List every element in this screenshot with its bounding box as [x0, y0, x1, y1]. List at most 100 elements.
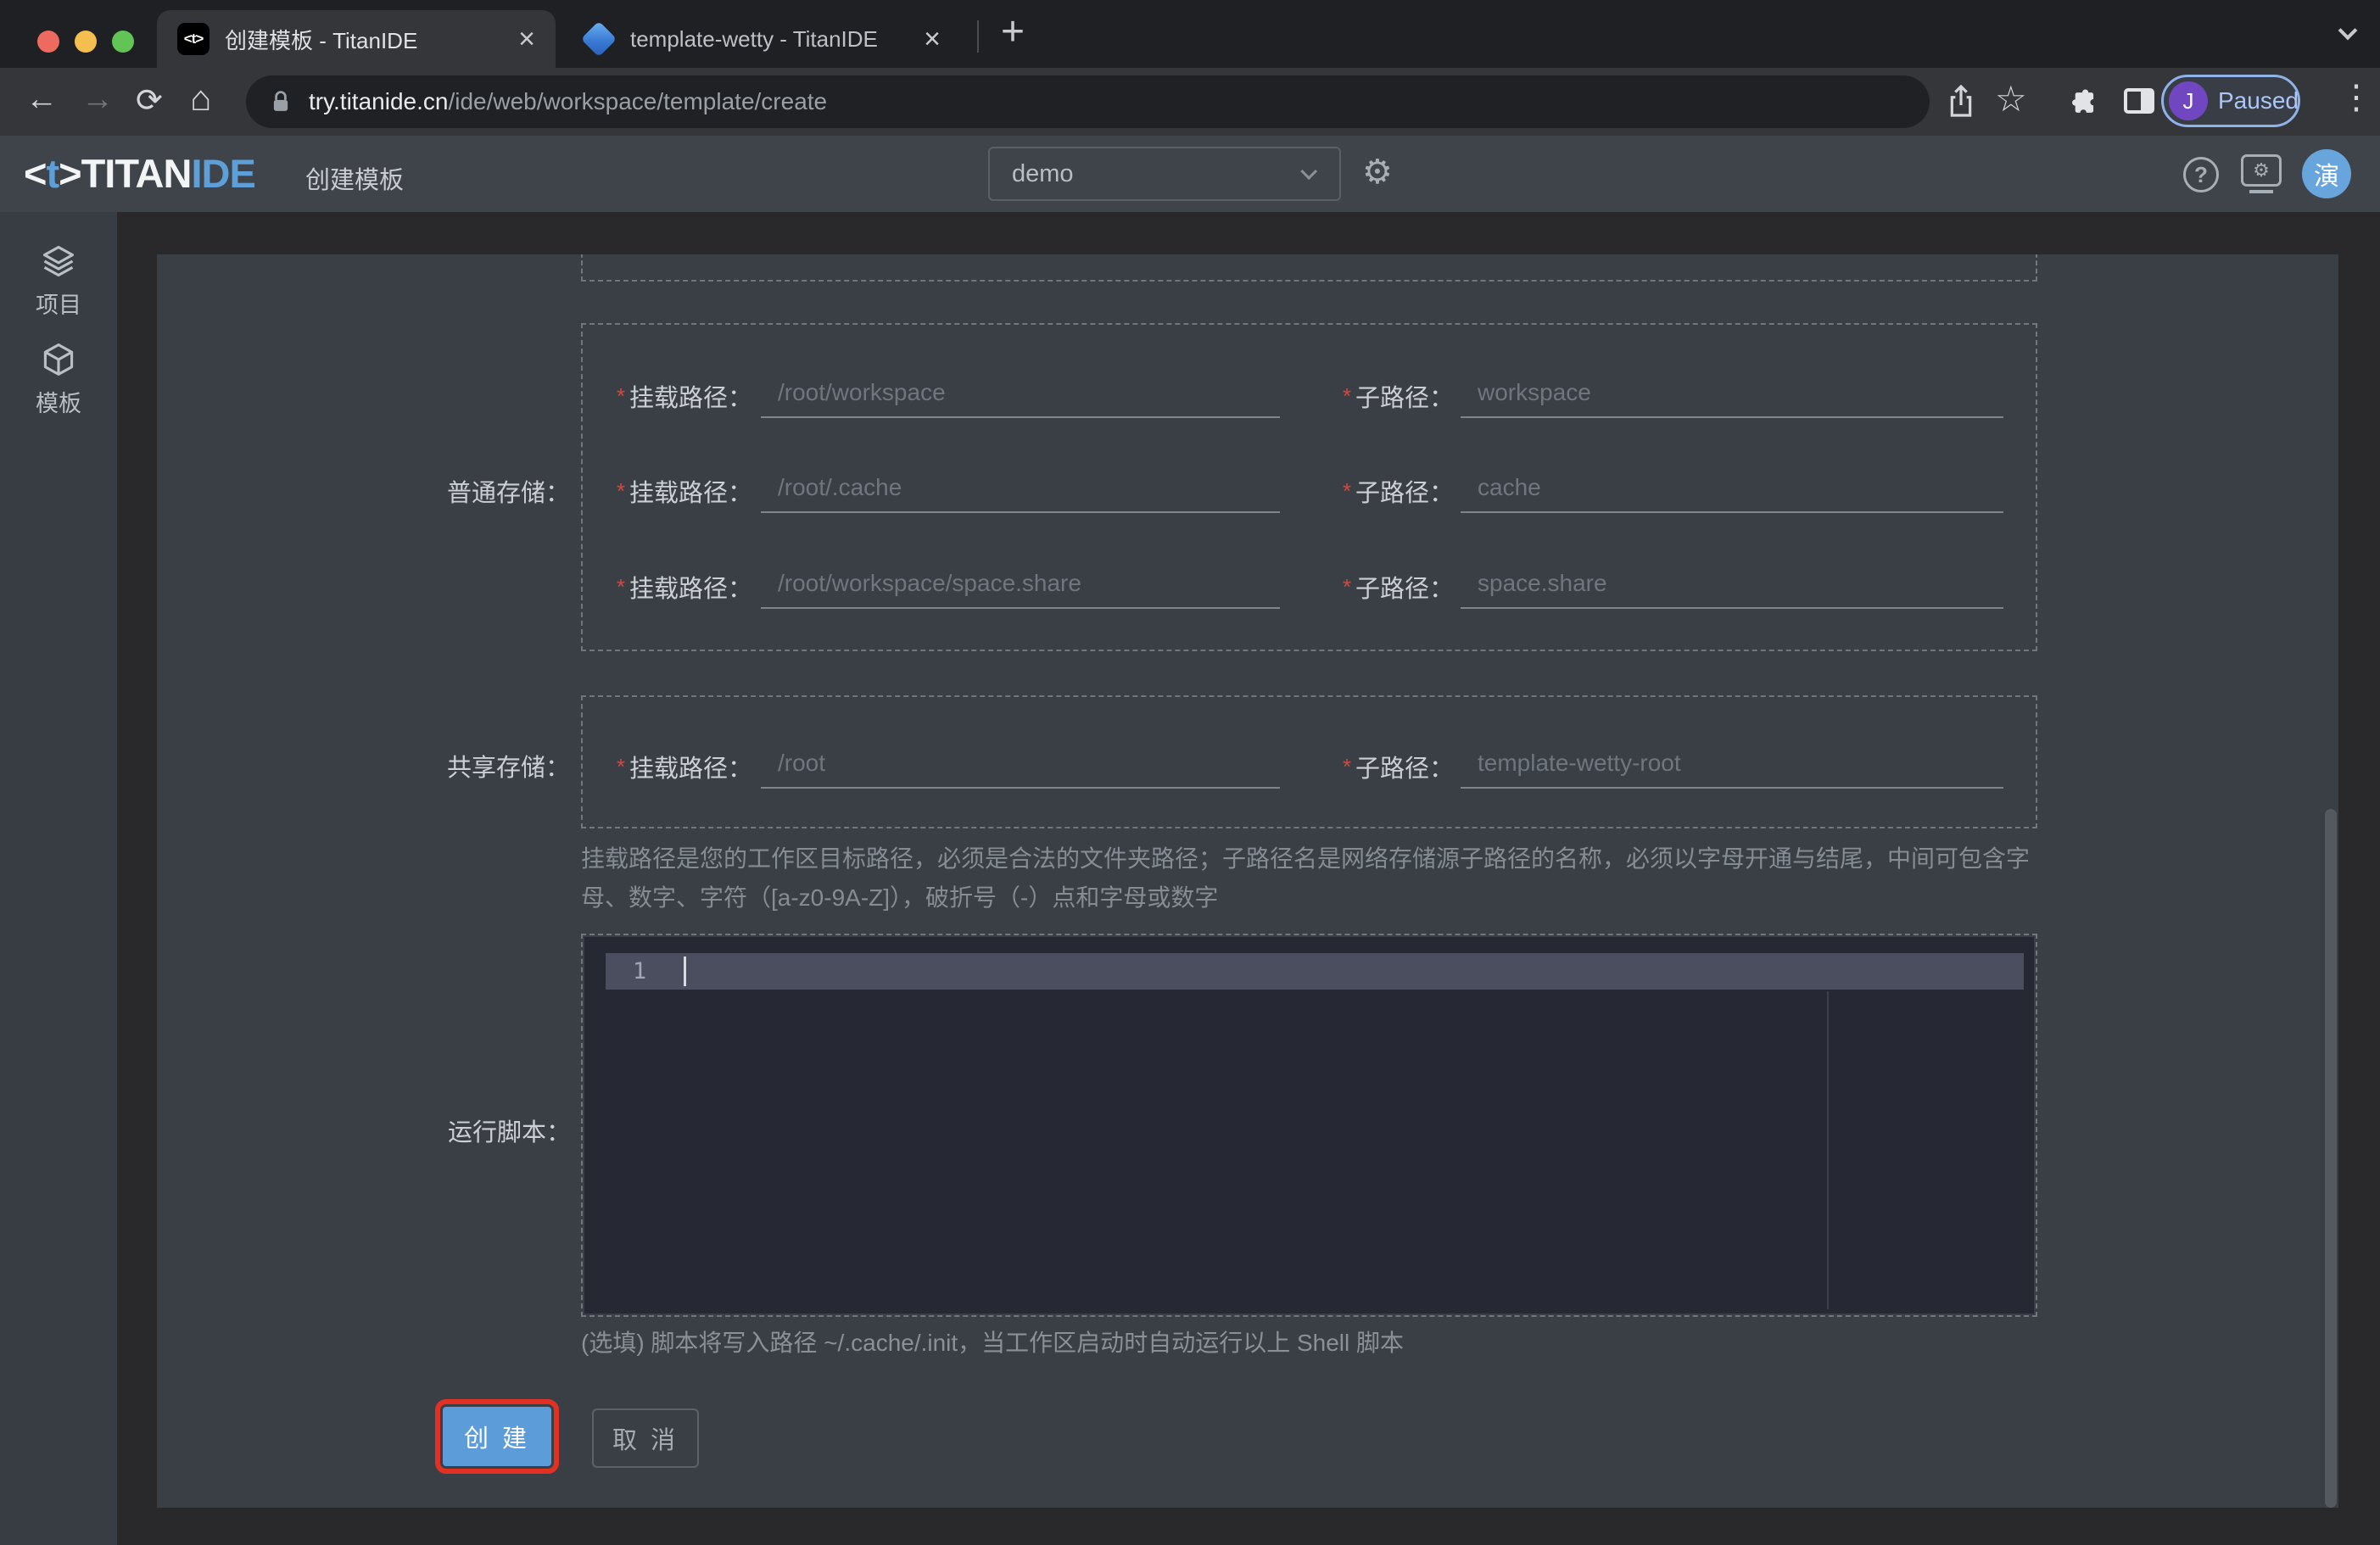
- subpath-input[interactable]: [1461, 745, 2003, 789]
- mount-path-input[interactable]: [761, 745, 1280, 789]
- browser-toolbar: ← → ⟳ ⌂ try.titanide.cn/ide/web/workspac…: [0, 68, 2380, 136]
- sidebar-item-label: 项目: [36, 293, 81, 318]
- traffic-light-zoom[interactable]: [112, 31, 134, 53]
- sidebar: 项目 模板: [0, 212, 117, 1545]
- shared-storage-group: *挂载路径： *子路径：: [581, 695, 2037, 828]
- required-asterisk: *: [615, 383, 624, 409]
- user-avatar[interactable]: 演: [2302, 149, 2351, 198]
- cube-icon: [43, 343, 74, 376]
- storage-row: *挂载路径： *子路径：: [583, 745, 2036, 789]
- mount-path-label: * 挂载路径：: [615, 754, 752, 783]
- mount-path-label: * 挂载路径：: [615, 478, 752, 507]
- reload-button[interactable]: ⟳: [136, 81, 163, 120]
- subpath-label: * 子路径：: [1341, 478, 1454, 507]
- panel-scrollbar[interactable]: [2325, 809, 2337, 1508]
- url-path: /ide/web/workspace/template/create: [448, 88, 828, 114]
- subpath-label: * 子路径：: [1341, 574, 1454, 603]
- mount-path-label: * 挂载路径：: [615, 383, 752, 412]
- required-asterisk: *: [1341, 383, 1350, 409]
- back-button[interactable]: ←: [25, 81, 58, 118]
- forward-button[interactable]: →: [81, 81, 114, 118]
- required-asterisk: *: [615, 574, 624, 600]
- url-host: try.titanide.cn: [309, 88, 449, 114]
- app-logo[interactable]: <t>TITANIDE: [24, 150, 256, 197]
- close-icon[interactable]: ×: [518, 25, 535, 53]
- editor-active-line: 1: [606, 953, 2024, 990]
- create-button-highlight: 创 建: [435, 1399, 559, 1474]
- help-icon[interactable]: ?: [2183, 157, 2219, 192]
- share-icon[interactable]: [1947, 85, 1975, 119]
- tab-template-wetty[interactable]: template-wetty - TitanIDE ×: [562, 10, 961, 68]
- app-header: <t>TITANIDE 创建模板 demo ⚙ ? ⚙ 演: [0, 136, 2380, 212]
- gear-icon[interactable]: ⚙: [1362, 153, 1393, 192]
- profile-status: Paused: [2218, 87, 2299, 114]
- page-title: 创建模板: [305, 167, 405, 194]
- logo-titan: TITAN: [81, 151, 193, 196]
- sidebar-item-label: 模板: [36, 391, 81, 416]
- tab-title: 创建模板 - TitanIDE: [225, 27, 418, 53]
- profile-chip[interactable]: J Paused: [2161, 75, 2300, 127]
- layers-icon: [42, 245, 75, 277]
- editor-cursor: [684, 957, 686, 986]
- subpath-input[interactable]: [1461, 374, 2003, 418]
- address-bar[interactable]: try.titanide.cn/ide/web/workspace/templa…: [246, 75, 1930, 128]
- scrolled-group-box: [581, 254, 2037, 282]
- tab-divider: [977, 20, 979, 53]
- required-asterisk: *: [615, 754, 624, 779]
- storage-row: *挂载路径： *子路径：: [583, 469, 2036, 513]
- mount-path-input[interactable]: [761, 374, 1280, 418]
- mount-path-label: * 挂载路径：: [615, 574, 752, 603]
- create-button[interactable]: 创 建: [443, 1407, 551, 1466]
- sidebar-item-templates[interactable]: 模板: [0, 341, 117, 418]
- storage-row: *挂载路径： *子路径：: [583, 565, 2036, 609]
- logo-bracket-open: <: [24, 151, 47, 196]
- required-asterisk: *: [615, 478, 624, 504]
- script-section-label: 运行脚本：: [447, 1119, 571, 1146]
- script-hint: (选填) 脚本将写入路径 ~/.cache/.init，当工作区启动时自动运行以…: [581, 1330, 1405, 1356]
- required-asterisk: *: [1341, 574, 1350, 600]
- system-settings-icon[interactable]: ⚙: [2241, 154, 2282, 187]
- required-asterisk: *: [1341, 478, 1350, 504]
- normal-storage-label: 普通存储：: [446, 480, 570, 507]
- path-hint: 挂载路径是您的工作区目标路径，必须是合法的文件夹路径；子路径名是网络存储源子路径…: [581, 845, 2031, 911]
- tab-create-template[interactable]: <t> 创建模板 - TitanIDE ×: [157, 10, 556, 68]
- browser-tab-strip: <t> 创建模板 - TitanIDE × template-wetty - T…: [0, 0, 2380, 68]
- workspace-select-value: demo: [1012, 159, 1074, 187]
- extensions-icon[interactable]: [2068, 86, 2100, 119]
- profile-avatar: J: [2169, 81, 2208, 120]
- traffic-light-minimize[interactable]: [75, 31, 97, 53]
- cancel-button[interactable]: 取 消: [592, 1408, 699, 1468]
- system-settings-icon-base: [2249, 190, 2273, 193]
- subpath-input[interactable]: [1461, 565, 2003, 609]
- normal-storage-group: *挂载路径： *子路径： *挂载路径： *子路径： *挂载路径： *子路径：: [581, 323, 2037, 651]
- tab-search-chevron-icon[interactable]: [2338, 20, 2358, 41]
- mount-path-input[interactable]: [761, 469, 1280, 513]
- subpath-input[interactable]: [1461, 469, 2003, 513]
- new-tab-button[interactable]: +: [1001, 8, 1025, 55]
- script-editor-surface[interactable]: 1: [584, 937, 2034, 1314]
- lock-icon: [273, 91, 288, 111]
- home-button[interactable]: ⌂: [190, 78, 211, 119]
- traffic-light-close[interactable]: [37, 31, 59, 53]
- browser-menu-icon[interactable]: ⋮: [2339, 78, 2373, 117]
- sidebar-item-projects[interactable]: 项目: [0, 243, 117, 320]
- script-editor[interactable]: 1: [581, 934, 2037, 1317]
- mount-path-input[interactable]: [761, 565, 1280, 609]
- line-number: 1: [632, 958, 647, 984]
- logo-ide: IDE: [191, 151, 255, 196]
- titanide-favicon-icon: <t>: [177, 23, 210, 55]
- required-asterisk: *: [1341, 754, 1350, 779]
- bookmark-star-icon[interactable]: ☆: [1995, 78, 2027, 120]
- subpath-label: * 子路径：: [1341, 383, 1454, 412]
- tab-title: template-wetty - TitanIDE: [630, 25, 878, 52]
- shared-storage-label: 共享存储：: [446, 755, 570, 782]
- logo-bracket-close: >: [59, 151, 81, 196]
- storage-row: *挂载路径： *子路径：: [583, 374, 2036, 418]
- template-wetty-favicon-icon: [580, 20, 617, 58]
- side-panel-icon[interactable]: [2124, 88, 2154, 114]
- create-template-form-panel: 普通存储： *挂载路径： *子路径： *挂载路径： *子路径： *挂载路径： *…: [157, 254, 2338, 1508]
- logo-t: t: [46, 151, 59, 196]
- workspace-select[interactable]: demo: [988, 147, 1341, 201]
- subpath-label: * 子路径：: [1341, 754, 1454, 783]
- close-icon[interactable]: ×: [924, 25, 941, 53]
